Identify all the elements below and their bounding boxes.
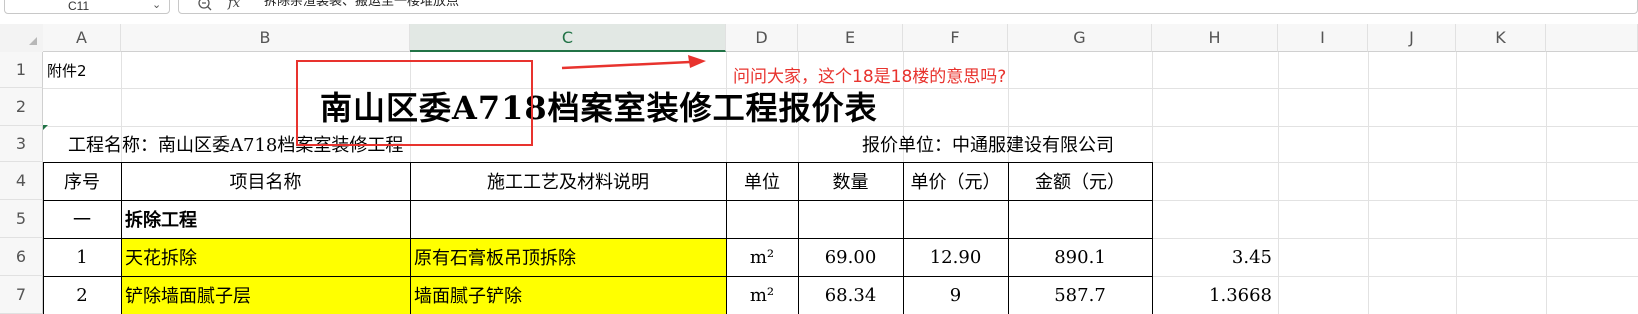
row-qty[interactable]: 68.34	[798, 276, 903, 314]
th-desc[interactable]: 施工工艺及材料说明	[410, 162, 726, 200]
row-amount[interactable]: 587.7	[1008, 276, 1152, 314]
column-header-d[interactable]: D	[726, 24, 798, 52]
row-h[interactable]: 1.3668	[1152, 276, 1278, 314]
annotation-arrow-icon	[561, 55, 706, 70]
row-item[interactable]: 天花拆除	[121, 238, 410, 276]
th-unit[interactable]: 单位	[726, 162, 798, 200]
zoom-icon[interactable]	[198, 0, 214, 12]
row-header-1[interactable]: 1	[0, 52, 43, 88]
annotation-text: 问问大家，这个18是18楼的意思吗?	[733, 67, 1007, 87]
cell-indicator	[43, 125, 48, 130]
column-header-f[interactable]: F	[903, 24, 1008, 52]
row-header-5[interactable]: 5	[0, 200, 43, 238]
column-header-k[interactable]: K	[1456, 24, 1546, 52]
column-header-i[interactable]: I	[1278, 24, 1368, 52]
formula-bar: C11 ⌄ fx 拆除杂渣装袋、搬运至一楼堆放点	[0, 0, 1638, 16]
column-header-g[interactable]: G	[1008, 24, 1152, 52]
annotation-highlight-box	[296, 60, 533, 146]
row-header-4[interactable]: 4	[0, 162, 43, 200]
name-box-value: C11	[68, 0, 90, 13]
column-header-l[interactable]	[1546, 24, 1638, 52]
row-h[interactable]: 3.45	[1152, 238, 1278, 276]
row-header-7[interactable]: 7	[0, 276, 43, 314]
column-header-a[interactable]: A	[43, 24, 121, 52]
chevron-down-icon[interactable]: ⌄	[152, 0, 161, 11]
table-row[interactable]: 1	[43, 238, 121, 276]
row-unit[interactable]: m²	[726, 276, 798, 314]
row-unit[interactable]: m²	[726, 238, 798, 276]
select-all-corner[interactable]	[0, 24, 43, 52]
section-seq[interactable]: 一	[43, 200, 121, 238]
column-header-c[interactable]: C	[410, 24, 726, 52]
row-price[interactable]: 12.90	[903, 238, 1008, 276]
th-seq[interactable]: 序号	[43, 162, 121, 200]
th-amount[interactable]: 金额（元）	[1008, 162, 1152, 200]
row-item[interactable]: 铲除墙面腻子层	[121, 276, 410, 314]
quote-unit[interactable]: 报价单位：中通服建设有限公司	[862, 126, 1114, 162]
table-row[interactable]: 2	[43, 276, 121, 314]
column-header-e[interactable]: E	[798, 24, 903, 52]
th-price[interactable]: 单价（元）	[903, 162, 1008, 200]
row-header-6[interactable]: 6	[0, 238, 43, 276]
row-desc[interactable]: 墙面腻子铲除	[410, 276, 726, 314]
row-amount[interactable]: 890.1	[1008, 238, 1152, 276]
column-header-b[interactable]: B	[121, 24, 410, 52]
formula-text: 拆除杂渣装袋、搬运至一楼堆放点	[264, 0, 460, 9]
section-name[interactable]: 拆除工程	[121, 200, 410, 238]
row-header-2[interactable]: 2	[0, 88, 43, 126]
column-header-j[interactable]: J	[1368, 24, 1456, 52]
row-desc[interactable]: 原有石膏板吊顶拆除	[410, 238, 726, 276]
th-item[interactable]: 项目名称	[121, 162, 410, 200]
function-icon[interactable]: fx	[228, 0, 240, 11]
row-qty[interactable]: 69.00	[798, 238, 903, 276]
row-header-3[interactable]: 3	[0, 126, 43, 162]
cell-a1[interactable]: 附件2	[43, 52, 121, 88]
th-qty[interactable]: 数量	[798, 162, 903, 200]
column-header-h[interactable]: H	[1152, 24, 1278, 52]
row-price[interactable]: 9	[903, 276, 1008, 314]
